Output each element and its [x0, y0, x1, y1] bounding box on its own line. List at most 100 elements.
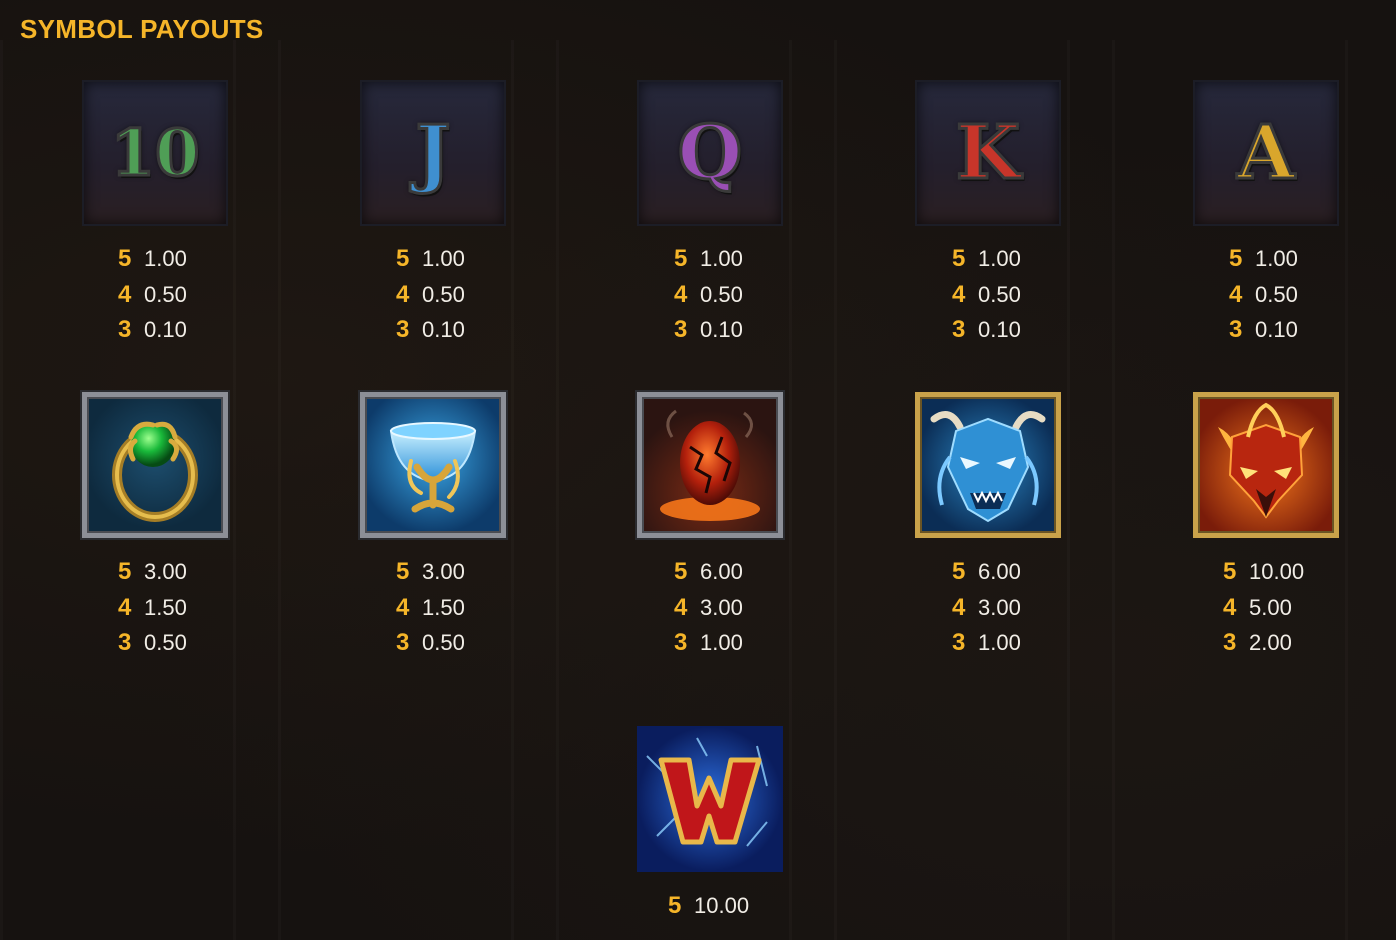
pay-count: 5 [674, 245, 688, 272]
payout-row: 3 0.10 [952, 312, 1072, 348]
paytable-king: 5 1.00 4 0.50 3 0.10 [952, 241, 1072, 348]
payout-row: 3 0.10 [674, 312, 794, 348]
pay-count: 3 [1229, 316, 1243, 343]
symbol-jack: J [360, 80, 506, 226]
pay-value: 10.00 [1249, 559, 1305, 584]
pay-value: 0.10 [422, 317, 465, 342]
pay-count: 3 [952, 629, 966, 656]
pay-count: 4 [674, 280, 688, 308]
payout-row: 5 1.00 [118, 241, 238, 277]
payout-row: 4 0.50 [118, 277, 238, 313]
pay-value: 0.10 [978, 317, 1021, 342]
ice-dragon-head-icon [930, 411, 1046, 523]
symbol-king: K [915, 80, 1061, 226]
pay-count: 5 [952, 558, 966, 585]
pay-value: 0.10 [700, 317, 743, 342]
pay-value: 1.00 [700, 630, 743, 655]
pay-count: 4 [952, 593, 966, 621]
payout-row: 4 0.50 [1229, 277, 1349, 313]
symbol-ten: 10 [82, 80, 228, 226]
pay-value: 0.50 [1255, 281, 1298, 307]
payout-row: 5 3.00 [118, 554, 238, 590]
payout-row: 5 1.00 [952, 241, 1072, 277]
payout-row: 4 0.50 [396, 277, 516, 313]
pay-value: 1.50 [422, 594, 465, 620]
pay-count: 4 [396, 593, 410, 621]
pay-count: 3 [118, 316, 132, 343]
symbol-chalice [360, 392, 506, 538]
pay-value: 0.50 [700, 281, 743, 307]
payout-row: 5 1.00 [674, 241, 794, 277]
ace-icon: A [1236, 109, 1296, 198]
paytable-jack: 5 1.00 4 0.50 3 0.10 [396, 241, 516, 348]
pay-value: 0.50 [144, 630, 187, 655]
pay-count: 5 [1229, 245, 1243, 272]
king-icon: K [954, 109, 1021, 198]
wild-w-icon: W [646, 737, 768, 847]
payout-row: 4 3.00 [674, 590, 794, 626]
pay-value: 1.00 [978, 630, 1021, 655]
payout-row: 4 5.00 [1223, 590, 1343, 626]
pay-count: 4 [118, 280, 132, 308]
paytable-fire-dragon: 5 10.00 4 5.00 3 2.00 [1223, 554, 1343, 661]
paytable-chalice: 5 3.00 4 1.50 3 0.50 [396, 554, 516, 661]
pay-value: 2.00 [1249, 630, 1292, 655]
pay-value: 0.10 [1255, 317, 1298, 342]
pay-count: 5 [396, 558, 410, 585]
paytable-ring: 5 3.00 4 1.50 3 0.50 [118, 554, 238, 661]
symbol-queen: Q [637, 80, 783, 226]
pay-count: 4 [118, 593, 132, 621]
pay-value: 0.50 [422, 630, 465, 655]
payout-row: 3 0.10 [118, 312, 238, 348]
pay-count: 5 [118, 245, 132, 272]
payout-row: 5 6.00 [952, 554, 1072, 590]
pay-value: 1.00 [144, 246, 187, 271]
blue-chalice-icon [389, 422, 477, 513]
payout-row: 4 0.50 [674, 277, 794, 313]
payout-row: 3 0.50 [118, 625, 238, 661]
payout-row: 5 6.00 [674, 554, 794, 590]
symbol-fire-dragon [1193, 392, 1339, 538]
pay-value: 3.00 [422, 559, 465, 584]
pay-count: 4 [674, 593, 688, 621]
page-title: SYMBOL PAYOUTS [20, 14, 264, 44]
pay-count: 3 [396, 629, 410, 656]
pay-count: 4 [396, 280, 410, 308]
paytable-ace: 5 1.00 4 0.50 3 0.10 [1229, 241, 1349, 348]
payout-row: 5 10.00 [668, 888, 788, 924]
pay-value: 3.00 [978, 594, 1021, 620]
green-orb-ring-icon [112, 421, 198, 522]
pay-value: 0.50 [422, 281, 465, 307]
payout-row: 4 3.00 [952, 590, 1072, 626]
pay-count: 5 [1223, 558, 1237, 585]
pay-count: 5 [668, 892, 682, 919]
ten-icon: 10 [109, 114, 201, 192]
pay-count: 4 [1223, 593, 1237, 621]
payout-row: 5 1.00 [396, 241, 516, 277]
pay-value: 5.00 [1249, 594, 1292, 620]
lava-dragon-egg-icon [660, 409, 760, 521]
fire-dragon-head-icon [1218, 402, 1314, 519]
paytable-wild: 5 10.00 [668, 888, 788, 924]
pay-value: 0.50 [978, 281, 1021, 307]
payout-row: 3 2.00 [1223, 625, 1343, 661]
pay-count: 5 [396, 245, 410, 272]
pay-value: 3.00 [144, 559, 187, 584]
paytable-ten: 5 1.00 4 0.50 3 0.10 [118, 241, 238, 348]
payout-row: 4 1.50 [118, 590, 238, 626]
symbol-wild: W [637, 726, 783, 872]
pay-count: 3 [674, 629, 688, 656]
pay-count: 5 [952, 245, 966, 272]
pay-count: 3 [674, 316, 688, 343]
payout-row: 4 1.50 [396, 590, 516, 626]
payout-row: 5 3.00 [396, 554, 516, 590]
pay-count: 4 [952, 280, 966, 308]
pay-value: 1.50 [144, 594, 187, 620]
pay-count: 5 [674, 558, 688, 585]
symbol-ace: A [1193, 80, 1339, 226]
pay-value: 1.00 [700, 246, 743, 271]
pay-count: 5 [118, 558, 132, 585]
payout-row: 3 1.00 [952, 625, 1072, 661]
symbol-ice-dragon [915, 392, 1061, 538]
queen-icon: Q [676, 109, 743, 198]
